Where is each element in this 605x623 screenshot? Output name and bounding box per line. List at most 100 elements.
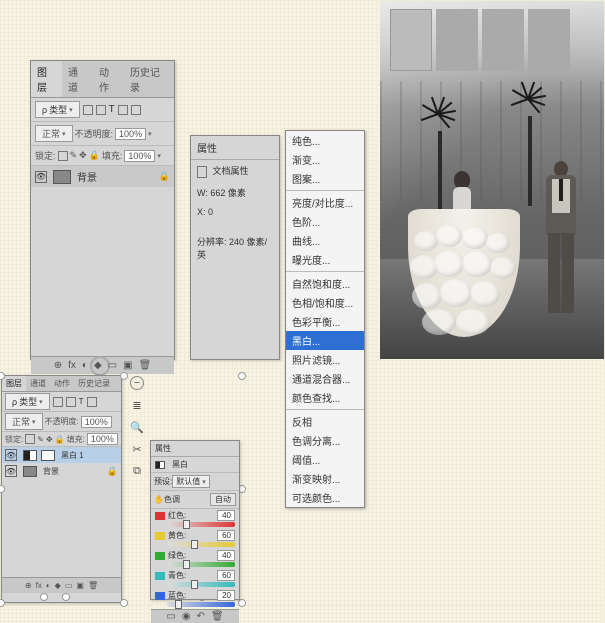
bw-foot-1[interactable]: ▭ bbox=[166, 611, 175, 622]
fill-value-2[interactable]: 100% bbox=[87, 433, 118, 445]
lock-trans-icon[interactable] bbox=[58, 151, 68, 161]
rect-icon[interactable]: ⧉ bbox=[130, 464, 144, 478]
handle-br[interactable] bbox=[238, 599, 246, 607]
slider-knob[interactable] bbox=[191, 580, 198, 589]
menu-item[interactable]: 阈值... bbox=[286, 450, 364, 469]
tab-actions[interactable]: 动作 bbox=[93, 61, 124, 97]
handle-extra2[interactable] bbox=[40, 593, 48, 601]
adjustment-layer-icon[interactable]: ◆ bbox=[94, 360, 102, 371]
group-icon-2[interactable]: ▭ bbox=[65, 581, 73, 590]
bw-foot-2[interactable]: ◉ bbox=[182, 611, 191, 622]
slider-track[interactable] bbox=[167, 582, 235, 587]
auto-button[interactable]: 自动 bbox=[210, 493, 236, 506]
menu-item[interactable]: 色调分离... bbox=[286, 431, 364, 450]
fx-icon-2[interactable]: fx bbox=[36, 581, 42, 590]
hand-icon[interactable]: ✋ bbox=[154, 495, 164, 504]
filter-type-icon[interactable]: T bbox=[109, 104, 115, 115]
tab-channels[interactable]: 通道 bbox=[62, 61, 93, 97]
filter-pixel-icon[interactable] bbox=[83, 105, 93, 115]
handle-tr[interactable] bbox=[238, 372, 246, 380]
preset-select[interactable]: 默认值▾ bbox=[172, 475, 210, 488]
adjust-icon-2[interactable]: ◆ bbox=[55, 581, 61, 590]
slider-knob[interactable] bbox=[183, 520, 190, 529]
menu-item[interactable]: 渐变映射... bbox=[286, 469, 364, 488]
link-layers-icon[interactable]: ⊕ bbox=[54, 360, 62, 371]
lock-all-icon[interactable]: 🔒 bbox=[89, 150, 100, 161]
collapse-icon[interactable]: − bbox=[130, 376, 144, 390]
trash-icon[interactable]: 🗑 bbox=[139, 360, 152, 371]
menu-item[interactable]: 色阶... bbox=[286, 212, 364, 231]
menu-item[interactable]: 渐变... bbox=[286, 150, 364, 169]
handle-tm[interactable] bbox=[120, 372, 128, 380]
paragraph-icon[interactable]: ≣ bbox=[130, 398, 144, 412]
slider-track[interactable] bbox=[167, 522, 235, 527]
lock-icon-2b[interactable]: ✎ bbox=[37, 435, 44, 444]
menu-item[interactable]: 色彩平衡... bbox=[286, 312, 364, 331]
slider-value[interactable]: 40 bbox=[217, 550, 235, 561]
new-layer-icon[interactable]: ▣ bbox=[123, 360, 132, 371]
filter-smart-icon[interactable] bbox=[131, 105, 141, 115]
tab-actions-2[interactable]: 动作 bbox=[50, 376, 74, 391]
slider-value[interactable]: 20 bbox=[217, 590, 235, 601]
new-icon-2[interactable]: ▣ bbox=[76, 581, 84, 590]
opacity-value-2[interactable]: 100% bbox=[81, 416, 112, 428]
blend-mode-select-2[interactable]: 正常▾ bbox=[5, 413, 43, 430]
bw-foot-4[interactable]: 🗑 bbox=[211, 611, 224, 622]
tab-layers-2[interactable]: 图层 bbox=[2, 376, 26, 391]
visibility-icon[interactable]: 👁 bbox=[35, 171, 47, 183]
tab-layers[interactable]: 图层 bbox=[31, 61, 62, 97]
menu-item[interactable]: 照片滤镜... bbox=[286, 350, 364, 369]
lock-brush-icon[interactable]: ✎ bbox=[70, 150, 78, 161]
menu-item[interactable]: 图案... bbox=[286, 169, 364, 188]
slider-track[interactable] bbox=[167, 542, 235, 547]
visibility-icon-3[interactable]: 👁 bbox=[5, 465, 17, 477]
layer-row-bw[interactable]: 👁 黑白 1 bbox=[2, 447, 121, 463]
trash-icon-2[interactable]: 🗑 bbox=[88, 581, 98, 590]
tab-channels-2[interactable]: 通道 bbox=[26, 376, 50, 391]
bw-foot-3[interactable]: ↶ bbox=[197, 611, 205, 622]
filter-type-select[interactable]: ρ 类型 ▾ bbox=[35, 101, 80, 118]
slider-knob[interactable] bbox=[183, 560, 190, 569]
lock-icon-2c[interactable]: ✥ bbox=[46, 435, 53, 444]
filter-icon-2a[interactable] bbox=[53, 397, 63, 407]
menu-item[interactable]: 曲线... bbox=[286, 231, 364, 250]
mask-icon-2[interactable]: ◐ bbox=[46, 581, 51, 590]
filter-icon-2d[interactable] bbox=[87, 397, 97, 407]
opacity-value[interactable]: 100% bbox=[115, 128, 146, 140]
menu-item[interactable]: 纯色... bbox=[286, 131, 364, 150]
fx-icon[interactable]: fx bbox=[68, 360, 76, 371]
tab-history-2[interactable]: 历史记录 bbox=[74, 376, 114, 391]
handle-extra1[interactable] bbox=[62, 593, 70, 601]
slider-track[interactable] bbox=[167, 562, 235, 567]
menu-item[interactable]: 自然饱和度... bbox=[286, 274, 364, 293]
fill-value[interactable]: 100% bbox=[124, 150, 155, 162]
blend-mode-select[interactable]: 正常 ▾ bbox=[35, 125, 73, 142]
mask-icon[interactable]: ◐ bbox=[82, 360, 88, 371]
slider-value[interactable]: 60 bbox=[217, 530, 235, 541]
filter-type-select-2[interactable]: ρ 类型▾ bbox=[5, 393, 50, 410]
menu-item[interactable]: 亮度/对比度... bbox=[286, 193, 364, 212]
menu-item[interactable]: 黑白... bbox=[286, 331, 364, 350]
menu-item[interactable]: 颜色查找... bbox=[286, 388, 364, 407]
slider-value[interactable]: 40 bbox=[217, 510, 235, 521]
lock-move-icon[interactable]: ✥ bbox=[79, 150, 87, 161]
handle-bl[interactable] bbox=[0, 599, 5, 607]
zoom-icon[interactable]: 🔍 bbox=[130, 420, 144, 434]
menu-item[interactable]: 反相 bbox=[286, 412, 364, 431]
filter-icon-2c[interactable]: T bbox=[79, 397, 84, 406]
crop-icon[interactable]: ✂ bbox=[130, 442, 144, 456]
menu-item[interactable]: 可选颜色... bbox=[286, 488, 364, 507]
lock-icon-2d[interactable]: 🔒 bbox=[55, 435, 65, 444]
menu-item[interactable]: 通道混合器... bbox=[286, 369, 364, 388]
link-icon-2[interactable]: ⊕ bbox=[25, 581, 32, 590]
slider-value[interactable]: 60 bbox=[217, 570, 235, 581]
group-icon[interactable]: ▭ bbox=[108, 360, 117, 371]
layer-row-bg-2[interactable]: 👁 背景 🔒 bbox=[2, 463, 121, 479]
filter-icon-2b[interactable] bbox=[66, 397, 76, 407]
visibility-icon-2[interactable]: 👁 bbox=[5, 449, 17, 461]
layer-row-bg[interactable]: 👁 背景 🔒 bbox=[31, 166, 174, 187]
menu-item[interactable]: 色相/饱和度... bbox=[286, 293, 364, 312]
lock-icon-2a[interactable] bbox=[25, 434, 35, 444]
tab-history[interactable]: 历史记录 bbox=[124, 61, 174, 97]
handle-bm[interactable] bbox=[120, 599, 128, 607]
